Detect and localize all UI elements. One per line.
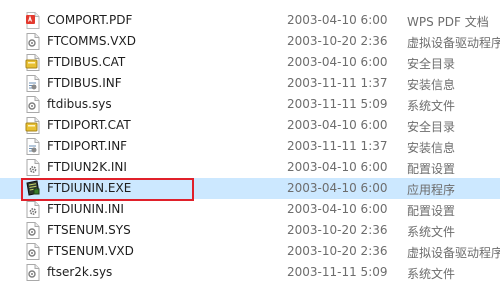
file-name: FTDIBUS.INF (47, 76, 122, 90)
file-name: FTDIUN2K.INI (47, 160, 127, 174)
file-row[interactable]: FTDIPORT.CAT 2003-04-10 6:00 安全目录 (0, 115, 500, 136)
config-file-icon (25, 201, 41, 218)
file-name: FTCOMMS.VXD (47, 34, 136, 48)
file-type: 安全目录 (407, 120, 456, 134)
file-type: 应用程序 (407, 183, 456, 197)
file-date-modified: 2003-10-20 2:36 (287, 34, 388, 48)
file-type: WPS PDF 文档 (407, 15, 489, 29)
file-date-modified: 2003-04-10 6:00 (287, 55, 388, 69)
file-date-modified: 2003-11-11 5:09 (287, 97, 388, 111)
security-catalog-icon (25, 117, 41, 134)
file-type: 系统文件 (407, 99, 456, 113)
file-date-modified: 2003-04-10 6:00 (287, 160, 388, 174)
security-catalog-icon (25, 54, 41, 71)
file-date-modified: 2003-04-10 6:00 (287, 13, 388, 27)
system-file-icon (25, 222, 41, 239)
file-type: 系统文件 (407, 267, 456, 281)
file-row[interactable]: FTSENUM.SYS 2003-10-20 2:36 系统文件 (0, 220, 500, 241)
file-type: 配置设置 (407, 204, 456, 218)
config-file-icon (25, 159, 41, 176)
file-type: 虚拟设备驱动程序 (407, 36, 500, 50)
file-row[interactable]: FTDIBUS.CAT 2003-04-10 6:00 安全目录 (0, 52, 500, 73)
file-name: FTSENUM.VXD (47, 244, 134, 258)
file-name: ftdibus.sys (47, 97, 112, 111)
file-type: 安装信息 (407, 78, 456, 92)
file-name: FTDIUNIN.INI (47, 202, 124, 216)
setup-info-icon (25, 138, 41, 155)
file-row[interactable]: FTDIUN2K.INI 2003-04-10 6:00 配置设置 (0, 157, 500, 178)
file-name: FTSENUM.SYS (47, 223, 131, 237)
system-file-icon (25, 33, 41, 50)
file-row[interactable]: FTDIUNIN.INI 2003-04-10 6:00 配置设置 (0, 199, 500, 220)
file-type: 配置设置 (407, 162, 456, 176)
file-name: COMPORT.PDF (47, 13, 133, 27)
system-file-icon (25, 264, 41, 281)
file-type: 安装信息 (407, 141, 456, 155)
file-date-modified: 2003-10-20 2:36 (287, 223, 388, 237)
file-name: FTDIPORT.CAT (47, 118, 131, 132)
file-name: ftser2k.sys (47, 265, 113, 279)
file-type: 安全目录 (407, 57, 456, 71)
system-file-icon (25, 96, 41, 113)
file-row[interactable]: FTDIBUS.INF 2003-11-11 1:37 安装信息 (0, 73, 500, 94)
file-name: FTDIPORT.INF (47, 139, 128, 153)
highlight-annotation-box (21, 178, 194, 201)
file-date-modified: 2003-04-10 6:00 (287, 202, 388, 216)
file-row[interactable]: FTDIPORT.INF 2003-11-11 1:37 安装信息 (0, 136, 500, 157)
pdf-file-icon (25, 12, 41, 29)
file-row[interactable]: COMPORT.PDF 2003-04-10 6:00 WPS PDF 文档 (0, 10, 500, 31)
file-name: FTDIBUS.CAT (47, 55, 126, 69)
file-date-modified: 2003-04-10 6:00 (287, 181, 388, 195)
file-date-modified: 2003-11-11 1:37 (287, 139, 388, 153)
file-row[interactable]: ftdibus.sys 2003-11-11 5:09 系统文件 (0, 94, 500, 115)
file-date-modified: 2003-04-10 6:00 (287, 118, 388, 132)
file-date-modified: 2003-11-11 1:37 (287, 76, 388, 90)
file-date-modified: 2003-10-20 2:36 (287, 244, 388, 258)
file-type: 虚拟设备驱动程序 (407, 246, 500, 260)
file-row[interactable]: ftser2k.sys 2003-11-11 5:09 系统文件 (0, 262, 500, 283)
setup-info-icon (25, 75, 41, 92)
file-date-modified: 2003-11-11 5:09 (287, 265, 388, 279)
file-type: 系统文件 (407, 225, 456, 239)
file-row[interactable]: FTCOMMS.VXD 2003-10-20 2:36 虚拟设备驱动程序 (0, 31, 500, 52)
file-list: COMPORT.PDF 2003-04-10 6:00 WPS PDF 文档 FTCO… (0, 0, 500, 295)
file-row[interactable]: FTSENUM.VXD 2003-10-20 2:36 虚拟设备驱动程序 (0, 241, 500, 262)
system-file-icon (25, 243, 41, 260)
